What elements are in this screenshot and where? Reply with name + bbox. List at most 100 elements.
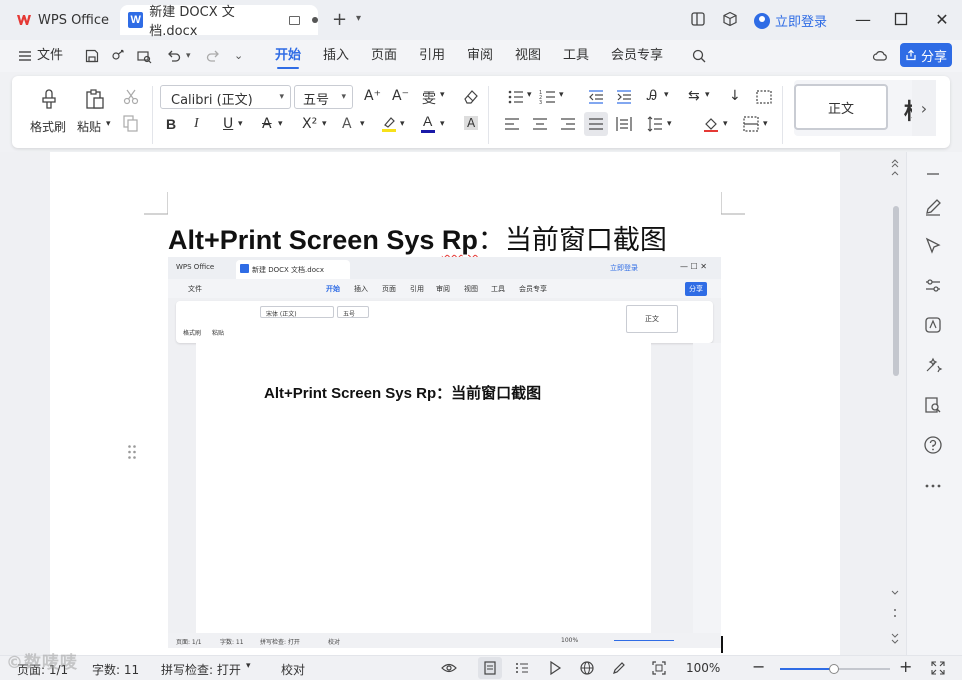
change-case-icon[interactable]: Ꭿ xyxy=(647,88,657,104)
align-right-icon[interactable] xyxy=(559,115,577,133)
char-shading-button[interactable]: A xyxy=(464,116,479,130)
zoom-in-icon[interactable]: + xyxy=(899,657,912,676)
bullet-dropdown-icon[interactable]: ▾ xyxy=(527,90,532,100)
italic-button[interactable]: I xyxy=(194,116,199,132)
highlight-dropdown-icon[interactable]: ▾ xyxy=(400,119,405,129)
superscript-button[interactable]: X² xyxy=(302,116,317,132)
new-tab-plus-icon[interactable]: + xyxy=(332,10,347,30)
outline-view-icon[interactable] xyxy=(514,660,530,676)
cube-icon[interactable] xyxy=(722,11,738,27)
undo-icon[interactable] xyxy=(166,48,182,64)
redo-icon[interactable] xyxy=(205,48,221,64)
play-icon[interactable] xyxy=(547,660,563,676)
share-link-icon[interactable] xyxy=(111,48,127,64)
format-painter-icon[interactable] xyxy=(38,88,60,110)
copy-icon[interactable] xyxy=(122,114,140,132)
save-icon[interactable] xyxy=(84,48,100,64)
text-direction-icon[interactable]: ⇆ xyxy=(688,88,700,104)
tab-insert[interactable]: 插入 xyxy=(323,40,349,72)
zoom-level[interactable]: 100% xyxy=(686,661,720,675)
strikethrough-dropdown-icon[interactable]: ▾ xyxy=(278,119,283,129)
style-gallery-next-button[interactable]: › xyxy=(912,80,936,136)
status-proofread[interactable]: 校对 xyxy=(281,661,305,678)
underline-dropdown-icon[interactable]: ▾ xyxy=(238,119,243,129)
decrease-indent-icon[interactable] xyxy=(587,88,605,106)
show-marks-icon[interactable] xyxy=(755,88,773,106)
hamburger-menu-icon[interactable] xyxy=(17,48,33,64)
cut-icon[interactable] xyxy=(122,88,140,106)
print-preview-icon[interactable] xyxy=(136,48,152,64)
maximize-button[interactable] xyxy=(894,12,908,26)
grow-font-icon[interactable]: A⁺ xyxy=(364,88,381,104)
tab-references[interactable]: 引用 xyxy=(419,40,445,72)
document-tab[interactable]: W 新建 DOCX 文档.docx xyxy=(120,5,318,39)
file-menu[interactable]: 文件 xyxy=(37,40,63,72)
phonetic-dropdown-icon[interactable]: ▾ xyxy=(440,90,445,100)
eye-icon[interactable] xyxy=(441,660,457,676)
fit-page-icon[interactable] xyxy=(651,660,667,676)
scrollbar-thumb[interactable] xyxy=(893,206,899,376)
page-up-icon[interactable] xyxy=(890,156,900,178)
numbered-list-icon[interactable]: 123 xyxy=(539,88,557,106)
status-spell-check[interactable]: 拼写检查: 打开 xyxy=(161,661,241,678)
page-view-icon[interactable] xyxy=(482,660,498,676)
justify-icon[interactable] xyxy=(587,115,605,133)
strikethrough-button[interactable]: A xyxy=(262,116,272,132)
wps-office-tab[interactable]: WPS Office xyxy=(6,6,116,34)
collapse-panel-icon[interactable] xyxy=(922,163,944,185)
tab-review[interactable]: 审阅 xyxy=(467,40,493,72)
text-effect-button[interactable]: A xyxy=(342,116,352,132)
spell-check-dropdown-icon[interactable]: ▾ xyxy=(246,661,251,671)
borders-icon[interactable] xyxy=(742,115,760,133)
highlight-icon[interactable] xyxy=(380,115,398,133)
login-button[interactable]: 立即登录 xyxy=(754,11,827,30)
change-case-dropdown-icon[interactable]: ▾ xyxy=(664,90,669,100)
bullet-list-icon[interactable] xyxy=(507,88,525,106)
borders-dropdown-icon[interactable]: ▾ xyxy=(763,119,768,129)
more-options-icon[interactable] xyxy=(922,475,944,497)
paragraph-drag-handle-icon[interactable] xyxy=(127,444,137,460)
shrink-font-icon[interactable]: A⁻ xyxy=(392,88,409,104)
style-heading-preview[interactable]: 标 xyxy=(904,94,912,126)
format-painter-label[interactable]: 格式刷 xyxy=(30,118,66,135)
tab-tools[interactable]: 工具 xyxy=(563,40,589,72)
select-cursor-icon[interactable] xyxy=(922,235,944,257)
font-size-select[interactable]: 五号 ▾ xyxy=(294,85,353,109)
style-normal[interactable]: 正文 xyxy=(794,84,888,130)
zoom-out-icon[interactable]: − xyxy=(752,657,765,676)
paste-label[interactable]: 粘贴 xyxy=(77,118,101,135)
more-quick-access-icon[interactable]: ⌄ xyxy=(234,40,243,72)
magic-tools-icon[interactable] xyxy=(922,354,944,376)
layout-panel-icon[interactable] xyxy=(690,11,706,27)
new-tab-dropdown-icon[interactable]: ▾ xyxy=(356,13,361,24)
search-icon[interactable] xyxy=(691,48,707,64)
document-review-icon[interactable] xyxy=(922,394,944,416)
font-color-button[interactable]: A xyxy=(423,113,432,129)
font-color-dropdown-icon[interactable]: ▾ xyxy=(440,119,445,129)
undo-dropdown-icon[interactable]: ▾ xyxy=(186,40,191,72)
document-heading[interactable]: Alt+Print Screen Sys Rp：当前窗口截图 xyxy=(168,218,667,257)
tab-home[interactable]: 开始 xyxy=(275,40,301,72)
fullscreen-icon[interactable] xyxy=(930,660,946,676)
superscript-dropdown-icon[interactable]: ▾ xyxy=(322,119,327,129)
tab-member[interactable]: 会员专享 xyxy=(611,40,663,72)
distributed-icon[interactable] xyxy=(615,115,633,133)
web-view-icon[interactable] xyxy=(579,660,595,676)
phonetic-guide-icon[interactable]: 雯 xyxy=(422,88,436,108)
tab-view[interactable]: 视图 xyxy=(515,40,541,72)
align-center-icon[interactable] xyxy=(531,115,549,133)
status-word-count[interactable]: 字数: 11 xyxy=(92,661,139,678)
tab-page[interactable]: 页面 xyxy=(371,40,397,72)
numbered-dropdown-icon[interactable]: ▾ xyxy=(559,90,564,100)
ai-writing-icon[interactable] xyxy=(922,314,944,336)
screen-icon[interactable] xyxy=(288,15,301,25)
align-left-icon[interactable] xyxy=(503,115,521,133)
text-direction-dropdown-icon[interactable]: ▾ xyxy=(705,90,710,100)
line-spacing-icon[interactable] xyxy=(646,115,664,133)
text-effect-dropdown-icon[interactable]: ▾ xyxy=(360,119,365,129)
unsaved-dot-icon[interactable] xyxy=(312,17,318,23)
bold-button[interactable]: B xyxy=(166,116,176,132)
cloud-icon[interactable] xyxy=(872,48,888,64)
share-button[interactable]: 分享 xyxy=(900,43,952,67)
paste-dropdown-icon[interactable]: ▾ xyxy=(106,119,111,129)
